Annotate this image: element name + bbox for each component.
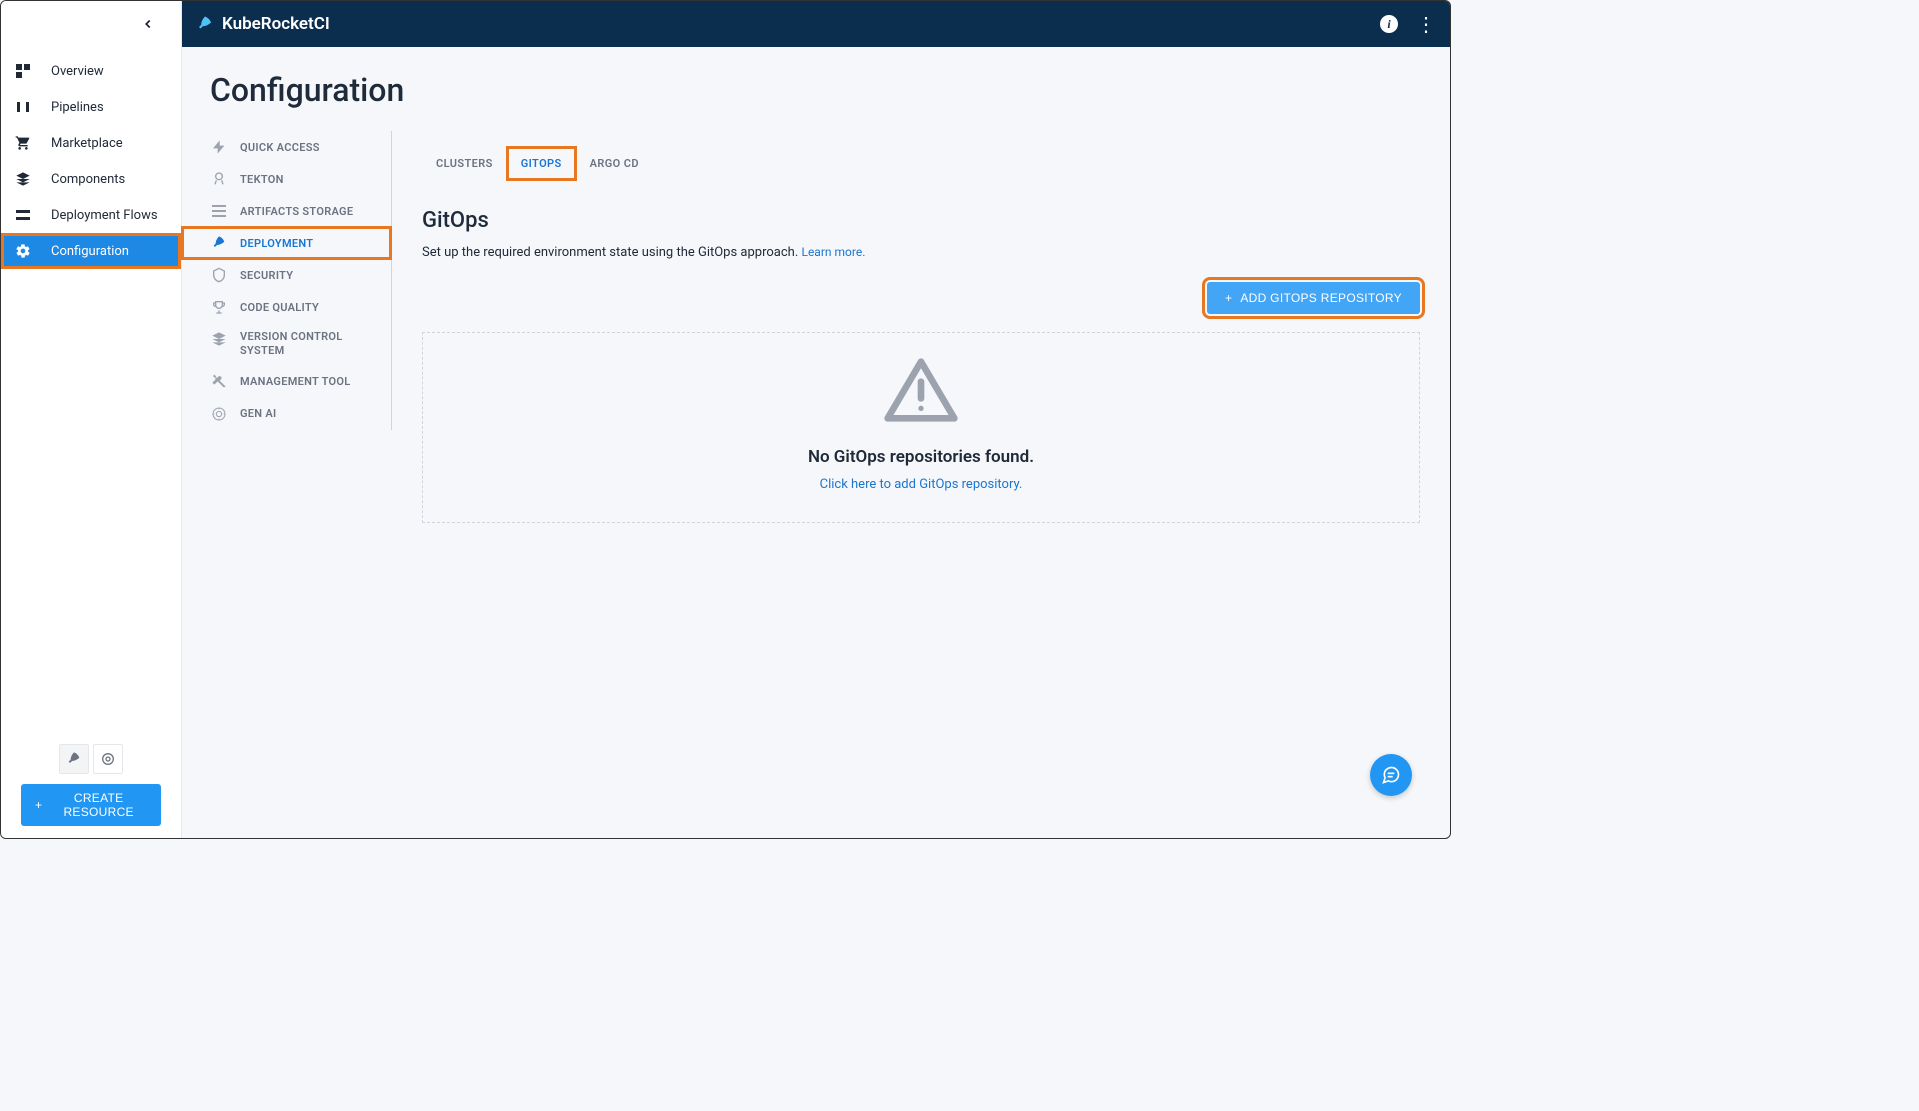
tab-gitops[interactable]: GITOPS bbox=[507, 147, 576, 180]
trophy-icon bbox=[210, 298, 228, 316]
sidebar-item-components[interactable]: Components bbox=[1, 161, 181, 197]
warning-icon bbox=[443, 355, 1399, 429]
rocket-icon bbox=[66, 751, 82, 767]
settings-icon bbox=[100, 751, 116, 767]
sidebar-item-label: Components bbox=[51, 172, 125, 187]
config-nav-quick-access[interactable]: QUICK ACCESS bbox=[182, 131, 391, 163]
tools-icon bbox=[210, 373, 228, 391]
rocket-icon bbox=[210, 234, 228, 252]
ai-icon bbox=[210, 405, 228, 423]
config-nav: Configuration QUICK ACCESS TEKTON ARTIFA… bbox=[182, 47, 392, 444]
sidebar-item-label: Overview bbox=[51, 64, 104, 79]
sidebar-item-label: Pipelines bbox=[51, 100, 104, 115]
header: KubeRocketCI i ⋮ bbox=[182, 1, 1450, 47]
sidebar-item-label: Configuration bbox=[51, 244, 129, 259]
config-nav-security[interactable]: SECURITY bbox=[182, 259, 391, 291]
add-repo-label: ADD GITOPS REPOSITORY bbox=[1240, 291, 1402, 305]
config-nav-gen-ai[interactable]: GEN AI bbox=[182, 398, 391, 430]
empty-link[interactable]: Click here to add GitOps repository. bbox=[443, 477, 1399, 492]
tekton-icon bbox=[210, 170, 228, 188]
empty-state: No GitOps repositories found. Click here… bbox=[422, 332, 1420, 523]
config-nav-management[interactable]: MANAGEMENT TOOL bbox=[182, 366, 391, 398]
bottom-icon-1[interactable] bbox=[59, 744, 89, 774]
cart-icon bbox=[15, 135, 31, 151]
section-title: GitOps bbox=[422, 208, 1420, 233]
tab-argocd[interactable]: ARGO CD bbox=[576, 147, 653, 180]
chat-icon bbox=[1381, 765, 1401, 785]
chat-fab[interactable] bbox=[1370, 754, 1412, 796]
header-logo[interactable]: KubeRocketCI bbox=[196, 14, 330, 34]
dashboard-icon bbox=[15, 63, 31, 79]
sidebar-back[interactable] bbox=[1, 1, 181, 47]
tab-clusters[interactable]: CLUSTERS bbox=[422, 147, 507, 180]
storage-icon bbox=[210, 202, 228, 220]
empty-title: No GitOps repositories found. bbox=[443, 447, 1399, 467]
action-bar: + ADD GITOPS REPOSITORY bbox=[422, 282, 1420, 314]
plus-icon: + bbox=[1225, 291, 1232, 305]
layers-icon bbox=[210, 330, 228, 348]
learn-more-link[interactable]: Learn more. bbox=[801, 245, 865, 259]
page-title: Configuration bbox=[182, 61, 392, 131]
more-icon[interactable]: ⋮ bbox=[1416, 14, 1436, 34]
config-nav-tekton[interactable]: TEKTON bbox=[182, 163, 391, 195]
add-gitops-repo-button[interactable]: + ADD GITOPS REPOSITORY bbox=[1207, 282, 1420, 314]
sidebar-item-label: Marketplace bbox=[51, 136, 123, 151]
create-resource-button[interactable]: + CREATE RESOURCE bbox=[21, 784, 161, 826]
config-nav-vcs[interactable]: VERSION CONTROLSYSTEM bbox=[182, 323, 391, 366]
config-nav-deployment[interactable]: DEPLOYMENT bbox=[182, 227, 391, 259]
config-nav-code-quality[interactable]: CODE QUALITY bbox=[182, 291, 391, 323]
bottom-icon-2[interactable] bbox=[93, 744, 123, 774]
create-resource-label: CREATE RESOURCE bbox=[50, 791, 147, 819]
shield-icon bbox=[210, 266, 228, 284]
tabs: CLUSTERS GITOPS ARGO CD bbox=[422, 147, 1420, 180]
sidebar-bottom: + CREATE RESOURCE bbox=[1, 734, 181, 838]
sidebar-item-deployment-flows[interactable]: Deployment Flows bbox=[1, 197, 181, 233]
pipelines-icon bbox=[15, 99, 31, 115]
flows-icon bbox=[15, 207, 31, 223]
plus-icon: + bbox=[35, 798, 42, 812]
rocket-icon bbox=[196, 15, 214, 33]
main-content: CLUSTERS GITOPS ARGO CD GitOps Set up th… bbox=[392, 131, 1450, 523]
sidebar-item-configuration[interactable]: Configuration bbox=[1, 233, 181, 269]
layers-icon bbox=[15, 171, 31, 187]
sidebar: Overview Pipelines Marketplace Component… bbox=[1, 1, 182, 838]
info-icon[interactable]: i bbox=[1380, 15, 1398, 33]
sidebar-nav: Overview Pipelines Marketplace Component… bbox=[1, 47, 181, 734]
header-title: KubeRocketCI bbox=[222, 14, 330, 34]
section-description: Set up the required environment state us… bbox=[422, 245, 1420, 260]
bolt-icon bbox=[210, 138, 228, 156]
gear-icon bbox=[15, 243, 31, 259]
sidebar-item-marketplace[interactable]: Marketplace bbox=[1, 125, 181, 161]
sidebar-item-label: Deployment Flows bbox=[51, 208, 158, 223]
chevron-left-icon bbox=[141, 17, 155, 31]
sidebar-item-pipelines[interactable]: Pipelines bbox=[1, 89, 181, 125]
sidebar-item-overview[interactable]: Overview bbox=[1, 53, 181, 89]
config-nav-artifacts[interactable]: ARTIFACTS STORAGE bbox=[182, 195, 391, 227]
